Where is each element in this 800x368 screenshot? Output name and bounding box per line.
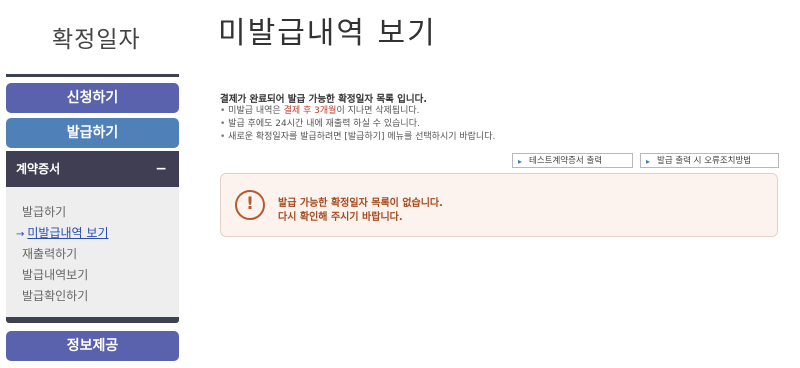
note-text: 미발급 내역은 (228, 106, 284, 116)
sidebar: 확정일자 신청하기 발급하기 계약증서 − 발급하기 → 미발급내역 보기 재출력… (0, 0, 186, 368)
note-item: 발급 후에도 24시간 내에 재출력 하실 수 있습니다. (220, 118, 495, 131)
sub-item-reprint[interactable]: 재출력하기 (22, 245, 77, 262)
collapse-icon[interactable]: − (155, 151, 167, 187)
error-help-label: 발급 출력 시 오류조치방법 (657, 156, 752, 166)
note-highlight: 결제 후 3개월 (283, 106, 337, 116)
test-print-label: 테스트계약증서 출력 (529, 156, 603, 166)
sub-item-unissued-label: 미발급내역 보기 (27, 226, 109, 240)
intro-title: 결제가 완료되어 발급 가능한 확정일자 목록 입니다. (220, 94, 427, 105)
sub-item-history[interactable]: 발급내역보기 (22, 266, 88, 283)
sub-item-issue[interactable]: 발급하기 (22, 203, 66, 220)
sub-item-verify[interactable]: 발급확인하기 (22, 287, 88, 304)
section-contract-header[interactable]: 계약증서 − (6, 151, 179, 187)
alert-message-line2: 다시 확인해 주시기 바랍니다. (278, 212, 403, 223)
sidebar-bottom-divider (6, 317, 179, 323)
exclamation-icon: ! (235, 190, 265, 220)
empty-list-alert: ! 발급 가능한 확정일자 목록이 없습니다. 다시 확인해 주시기 바랍니다. (220, 173, 778, 237)
section-contract-title: 계약증서 (16, 162, 61, 176)
alert-message-line1: 발급 가능한 확정일자 목록이 없습니다. (278, 198, 443, 209)
note-item: 미발급 내역은 결제 후 3개월이 지나면 삭제됩니다. (220, 105, 495, 118)
note-text: 이 지나면 삭제됩니다. (336, 106, 420, 116)
nav-apply-button[interactable]: 신청하기 (6, 83, 179, 113)
error-help-button[interactable]: ▸ 발급 출력 시 오류조치방법 (640, 153, 779, 168)
chevron-right-icon: ▸ (646, 157, 651, 166)
nav-info-button[interactable]: 정보제공 (6, 331, 179, 361)
test-print-button[interactable]: ▸ 테스트계약증서 출력 (512, 153, 633, 168)
page-title: 미발급내역 보기 (218, 16, 437, 51)
note-item: 새로운 확정일자를 발급하려면 [발급하기] 메뉴를 선택하시기 바랍니다. (220, 131, 495, 144)
nav-issue-button[interactable]: 발급하기 (6, 118, 179, 148)
sidebar-logo: 확정일자 (52, 27, 141, 53)
notes-list: 미발급 내역은 결제 후 3개월이 지나면 삭제됩니다. 발급 후에도 24시간… (220, 105, 495, 144)
sidebar-top-divider (6, 74, 179, 77)
sub-item-unissued[interactable]: → 미발급내역 보기 (16, 224, 109, 241)
chevron-right-icon: ▸ (518, 157, 523, 166)
arrow-right-icon: → (16, 229, 25, 240)
